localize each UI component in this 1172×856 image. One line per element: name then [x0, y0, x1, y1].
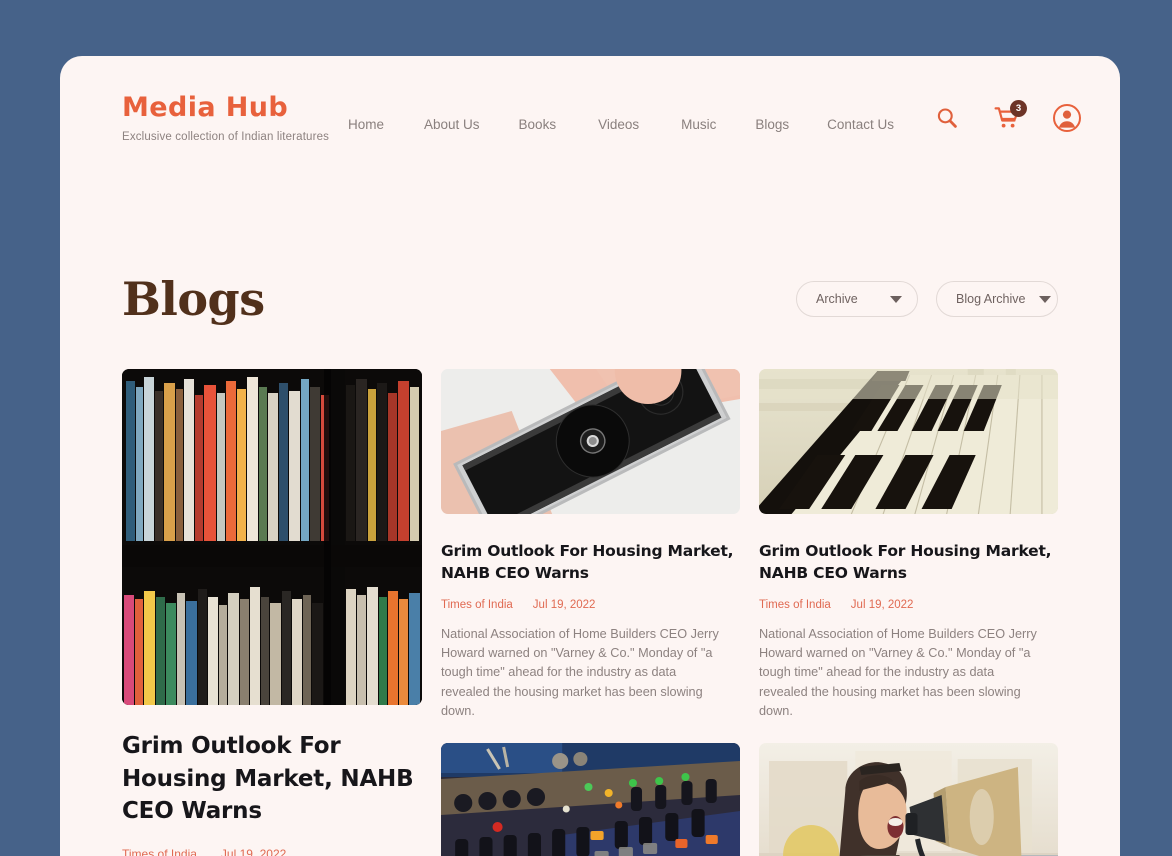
chevron-down-icon	[890, 295, 902, 303]
archive-dropdown[interactable]: Archive	[796, 281, 918, 317]
nav-item-videos[interactable]: Videos	[598, 113, 639, 136]
blog-grid: Grim Outlook For Housing Market, NAHB CE…	[60, 369, 1120, 856]
blog-card-title: Grim Outlook For Housing Market, NAHB CE…	[122, 733, 414, 825]
audio-mixing-console-photo	[441, 742, 740, 856]
blog-archive-dropdown-label: Blog Archive	[956, 292, 1026, 306]
blog-card-date: Jul 19, 2022	[220, 846, 287, 856]
page-title-row: Blogs Archive Blog Archive	[60, 276, 1120, 322]
blog-card-source: Times of India	[122, 846, 197, 856]
nav-item-home[interactable]: Home	[348, 113, 384, 136]
brand-name: Media Hub	[122, 92, 289, 123]
blog-card-piano[interactable]: Grim Outlook For Housing Market, NAHB CE…	[759, 369, 1058, 721]
filter-controls: Archive Blog Archive	[796, 281, 1058, 317]
brand-tagline: Exclusive collection of Indian literatur…	[122, 131, 330, 143]
header-actions: 3	[930, 100, 1084, 136]
blog-card-meta: Times of India Jul 19, 2022	[122, 847, 422, 856]
blog-card-megaphone[interactable]	[759, 742, 1058, 856]
blog-card-source: Times of India	[441, 599, 513, 611]
blog-card-excerpt: National Association of Home Builders CE…	[759, 627, 1037, 718]
nav-item-contact-us[interactable]: Contact Us	[827, 113, 894, 136]
blog-card-date: Jul 19, 2022	[532, 599, 596, 611]
page-title: Blogs	[122, 272, 265, 326]
nav-item-music[interactable]: Music	[681, 113, 716, 136]
woman-with-megaphone-photo	[759, 742, 1058, 856]
blog-card-title: Grim Outlook For Housing Market, NAHB CE…	[441, 542, 734, 582]
page-shell: Media Hub Exclusive collection of Indian…	[60, 56, 1120, 856]
nav-item-blogs[interactable]: Blogs	[755, 113, 789, 136]
blog-card-feature[interactable]: Grim Outlook For Housing Market, NAHB CE…	[122, 369, 422, 856]
blog-card-title: Grim Outlook For Housing Market, NAHB CE…	[759, 542, 1052, 582]
chevron-down-icon	[1039, 295, 1052, 303]
blog-card-mixer[interactable]	[441, 742, 740, 856]
cart-count-badge: 3	[1010, 100, 1027, 117]
account-button[interactable]	[1050, 102, 1084, 136]
main-navigation: Home About Us Books Videos Music Blogs C…	[348, 113, 894, 136]
brand-block[interactable]: Media Hub Exclusive collection of Indian…	[122, 94, 329, 143]
site-header: Media Hub Exclusive collection of Indian…	[60, 56, 1120, 176]
cart-button[interactable]: 3	[990, 100, 1027, 136]
piano-keys-photo	[759, 369, 1058, 514]
nav-item-books[interactable]: Books	[519, 113, 557, 136]
archive-dropdown-label: Archive	[816, 292, 858, 306]
blog-card-meta: Times of India Jul 19, 2022	[759, 599, 1058, 611]
nav-item-about-us[interactable]: About Us	[424, 113, 480, 136]
search-button[interactable]	[930, 102, 964, 136]
blog-card-cd[interactable]: Grim Outlook For Housing Market, NAHB CE…	[441, 369, 740, 721]
blog-card-excerpt: National Association of Home Builders CE…	[441, 627, 719, 718]
compact-disc-photo	[441, 369, 740, 514]
blog-archive-dropdown[interactable]: Blog Archive	[936, 281, 1058, 317]
search-icon	[935, 106, 959, 133]
bookshelf-photo	[122, 369, 422, 705]
blog-card-meta: Times of India Jul 19, 2022	[441, 599, 740, 611]
blog-card-source: Times of India	[759, 599, 831, 611]
user-account-icon	[1052, 103, 1082, 136]
blog-card-date: Jul 19, 2022	[850, 599, 914, 611]
